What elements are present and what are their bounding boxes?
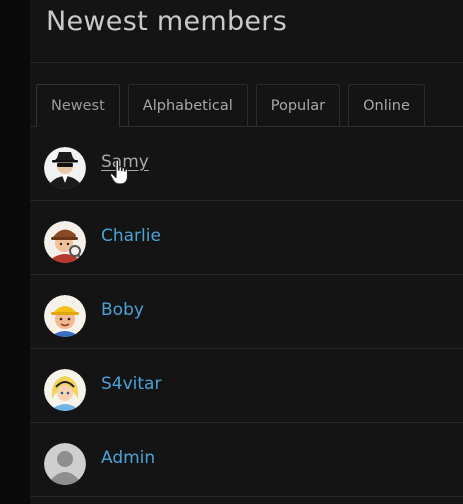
alice-avatar[interactable]: [44, 369, 86, 411]
member-tabs: Newest Alphabetical Popular Online: [36, 84, 433, 127]
member-row-boby: Boby: [30, 275, 463, 349]
builder-avatar[interactable]: [44, 295, 86, 337]
members-panel: Newest members Newest Alphabetical Popul…: [30, 0, 463, 504]
tab-alphabetical[interactable]: Alphabetical: [127, 84, 248, 126]
member-row-samy: Samy: [30, 127, 463, 201]
member-name-boby[interactable]: Boby: [101, 300, 144, 320]
tab-popular[interactable]: Popular: [255, 84, 341, 126]
title-divider: [30, 62, 463, 63]
detective-avatar[interactable]: [44, 221, 86, 263]
member-name-charlie[interactable]: Charlie: [101, 226, 161, 246]
tab-newest[interactable]: Newest: [36, 84, 120, 127]
member-name-admin[interactable]: Admin: [101, 448, 155, 468]
hand-cursor-icon: [109, 159, 129, 185]
member-name-s4vitar[interactable]: S4vitar: [101, 374, 161, 394]
default-user-avatar[interactable]: [44, 443, 86, 485]
spy-avatar[interactable]: [44, 147, 86, 189]
member-row-s4vitar: S4vitar: [30, 349, 463, 423]
member-list: Samy Charlie Boby S4vitar Admin: [30, 127, 463, 497]
member-row-admin: Admin: [30, 423, 463, 497]
left-gutter: [0, 0, 30, 504]
member-row-charlie: Charlie: [30, 201, 463, 275]
page-title: Newest members: [46, 6, 288, 37]
tab-online[interactable]: Online: [348, 84, 425, 126]
